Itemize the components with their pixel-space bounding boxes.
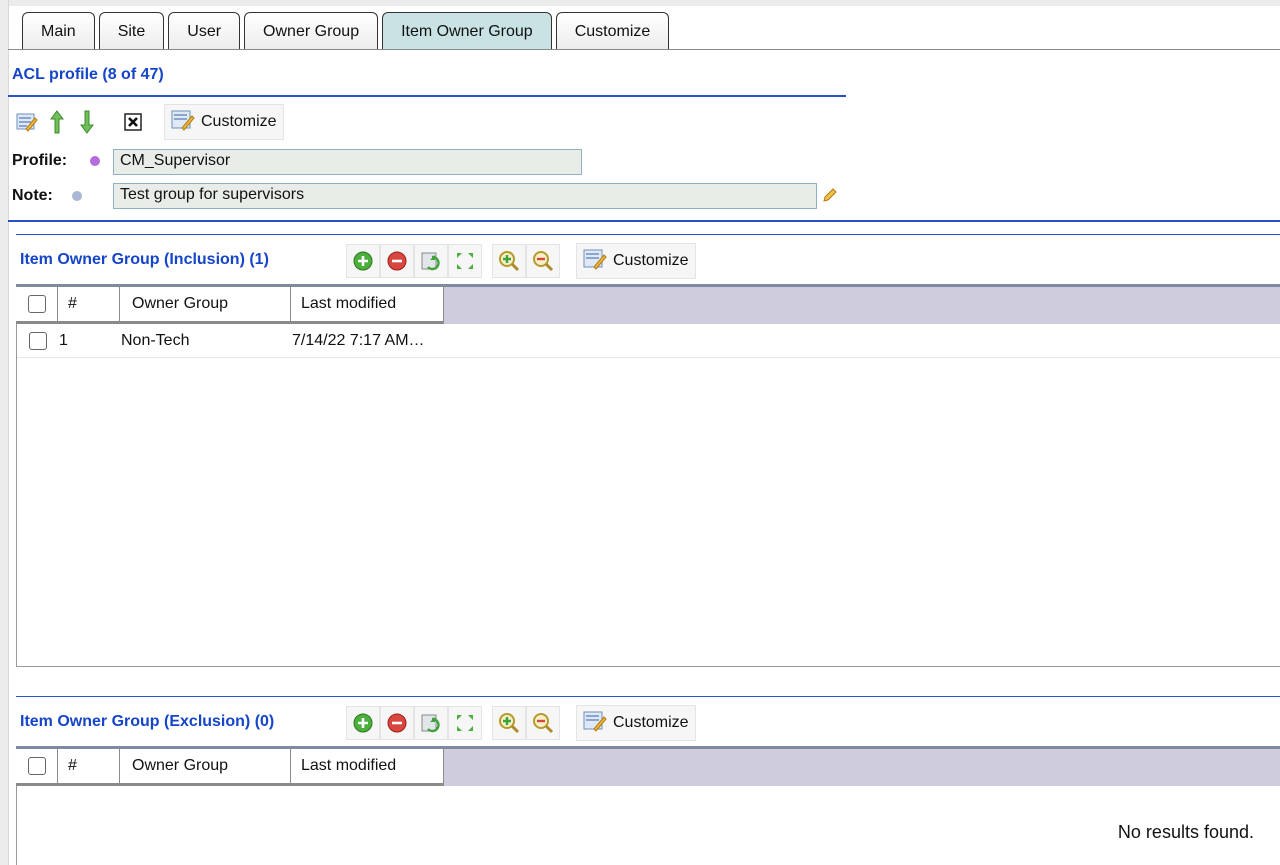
add-icon[interactable] bbox=[346, 244, 380, 278]
customize-icon bbox=[583, 710, 607, 737]
zoom-out-icon[interactable] bbox=[526, 244, 560, 278]
info-dot-icon bbox=[72, 191, 82, 201]
tab-item-owner-group[interactable]: Item Owner Group bbox=[382, 12, 552, 50]
customize-icon bbox=[583, 248, 607, 275]
refresh-icon[interactable] bbox=[414, 244, 448, 278]
select-all-header bbox=[16, 749, 58, 786]
refresh-icon[interactable] bbox=[414, 706, 448, 740]
exclusion-title: Item Owner Group (Exclusion) (0) bbox=[20, 713, 275, 730]
empty-message: No results found. bbox=[1117, 822, 1254, 842]
profile-title-divider bbox=[8, 95, 846, 97]
expand-icon[interactable] bbox=[448, 706, 482, 740]
inclusion-grid-header: # Owner Group Last modified bbox=[16, 284, 1280, 324]
customize-icon bbox=[171, 109, 195, 136]
tab-site[interactable]: Site bbox=[98, 12, 165, 50]
note-label: Note: bbox=[12, 187, 53, 204]
note-field[interactable]: Test group for supervisors bbox=[113, 183, 817, 209]
inclusion-customize-button[interactable]: Customize bbox=[576, 243, 696, 279]
acl-profile-title: ACL profile (8 of 47) bbox=[12, 66, 164, 83]
customize-label: Customize bbox=[613, 714, 689, 731]
profile-field[interactable]: CM_Supervisor bbox=[113, 149, 582, 175]
edit-list-icon[interactable] bbox=[12, 105, 42, 139]
arrow-up-icon[interactable] bbox=[42, 105, 72, 139]
zoom-out-icon[interactable] bbox=[526, 706, 560, 740]
remove-icon[interactable] bbox=[380, 706, 414, 740]
row-select-cell bbox=[17, 331, 59, 350]
exclusion-grid: # Owner Group Last modified No results f… bbox=[16, 746, 1280, 865]
tab-user[interactable]: User bbox=[168, 12, 241, 50]
exclusion-toolbar: Customize bbox=[346, 705, 696, 741]
inclusion-top-line bbox=[16, 234, 1280, 235]
profile-toolbar: Customize bbox=[12, 104, 284, 140]
col-header-owner-group[interactable]: Owner Group bbox=[120, 287, 291, 324]
col-header-last-modified[interactable]: Last modified bbox=[291, 287, 444, 324]
customize-button[interactable]: Customize bbox=[164, 104, 284, 140]
left-edge-strip bbox=[0, 0, 9, 865]
col-header-number[interactable]: # bbox=[58, 287, 120, 324]
inclusion-toolbar: Customize bbox=[346, 243, 696, 279]
top-bar bbox=[0, 0, 1280, 6]
col-header-owner-group[interactable]: Owner Group bbox=[120, 749, 291, 786]
profile-label: Profile: bbox=[12, 152, 68, 169]
table-row[interactable]: 1 Non-Tech 7/14/22 7:17 AM… bbox=[17, 324, 1280, 358]
required-dot-icon bbox=[90, 156, 100, 166]
arrow-down-icon[interactable] bbox=[72, 105, 102, 139]
exclusion-top-line bbox=[16, 696, 1280, 697]
exclusion-grid-header: # Owner Group Last modified bbox=[16, 746, 1280, 786]
delete-x-icon[interactable] bbox=[118, 105, 148, 139]
zoom-in-icon[interactable] bbox=[492, 244, 526, 278]
inclusion-grid: # Owner Group Last modified 1 Non-Tech 7… bbox=[16, 284, 1280, 667]
row-number: 1 bbox=[59, 331, 68, 349]
section-divider bbox=[8, 220, 1280, 222]
inclusion-grid-body: 1 Non-Tech 7/14/22 7:17 AM… bbox=[16, 324, 1280, 667]
row-owner-group: Non-Tech bbox=[121, 331, 190, 349]
exclusion-grid-body: No results found. bbox=[16, 786, 1280, 865]
pencil-icon[interactable] bbox=[822, 187, 838, 208]
expand-icon[interactable] bbox=[448, 244, 482, 278]
tab-baseline bbox=[8, 49, 1280, 50]
col-header-last-modified[interactable]: Last modified bbox=[291, 749, 444, 786]
select-all-checkbox[interactable] bbox=[27, 757, 46, 775]
add-icon[interactable] bbox=[346, 706, 380, 740]
row-checkbox[interactable] bbox=[29, 331, 47, 350]
select-all-header bbox=[16, 287, 58, 324]
tab-bar: Main Site User Owner Group Item Owner Gr… bbox=[22, 10, 673, 50]
remove-icon[interactable] bbox=[380, 244, 414, 278]
tab-owner-group[interactable]: Owner Group bbox=[244, 12, 379, 50]
select-all-checkbox[interactable] bbox=[27, 295, 46, 313]
zoom-in-icon[interactable] bbox=[492, 706, 526, 740]
exclusion-customize-button[interactable]: Customize bbox=[576, 705, 696, 741]
customize-label: Customize bbox=[613, 252, 689, 269]
tab-main[interactable]: Main bbox=[22, 12, 95, 50]
inclusion-title: Item Owner Group (Inclusion) (1) bbox=[20, 251, 269, 268]
col-header-number[interactable]: # bbox=[58, 749, 120, 786]
customize-label: Customize bbox=[201, 113, 277, 130]
row-last-modified: 7/14/22 7:17 AM… bbox=[292, 331, 425, 349]
tab-customize[interactable]: Customize bbox=[555, 12, 670, 50]
